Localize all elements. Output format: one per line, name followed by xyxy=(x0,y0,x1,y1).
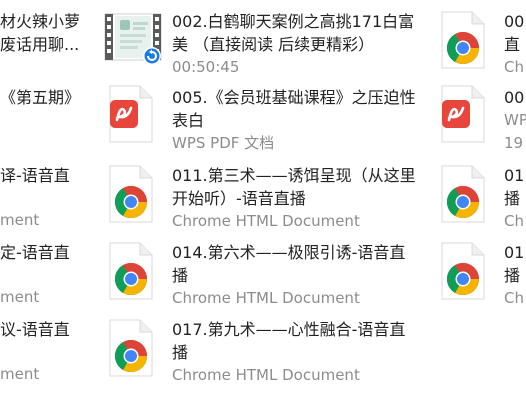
file-size: 19 xyxy=(504,134,524,152)
left-r3-line2: ment xyxy=(0,211,40,229)
file-name-line1: 005.《会员班基础课程》之压迫性 xyxy=(172,88,416,107)
file-item-right-3[interactable]: 01 播 Ch xyxy=(436,160,526,230)
file-type: WPS PDF 文档 xyxy=(172,134,275,152)
chrome-icon xyxy=(440,164,486,224)
file-item-011[interactable]: 011.第三术——诱饵呈现（从这里 开始听）-语音直播 Chrome HTML … xyxy=(100,160,430,230)
chrome-icon xyxy=(108,164,154,224)
file-name-line2: 播 xyxy=(172,266,189,285)
file-type: Chrome HTML Document xyxy=(172,366,360,384)
file-name-line1: 011.第三术——诱饵呈现（从这里 xyxy=(172,166,416,185)
file-name-line2: 开始听）-语音直播 xyxy=(172,189,306,208)
file-name-line1: 00 xyxy=(504,88,525,107)
file-type: WP xyxy=(504,111,526,129)
chrome-icon xyxy=(440,241,486,301)
left-r3-line1: 译-语音直 xyxy=(0,166,70,185)
file-name-line2: 播 xyxy=(504,189,521,208)
file-name-line1: 002.白鹤聊天案例之高挑171白富 xyxy=(172,12,415,31)
file-item-005[interactable]: 005.《会员班基础课程》之压迫性 表白 WPS PDF 文档 xyxy=(100,82,430,152)
chrome-icon xyxy=(108,241,154,301)
file-name-line2: 表白 xyxy=(172,111,205,130)
left-r4-line1: 定-语音直 xyxy=(0,243,70,262)
left-r4-line2: ment xyxy=(0,288,40,306)
left-r5-line1: 议-语音直 xyxy=(0,320,70,339)
file-name-line2: 美 （直接阅读 后续更精彩） xyxy=(172,35,375,54)
file-type: Ch xyxy=(504,58,524,76)
left-r1-line2: 废话用聊... xyxy=(0,35,80,54)
file-name-line2: 播 xyxy=(504,266,521,285)
file-name-line1: 01 xyxy=(504,166,525,185)
video-thumbnail-icon xyxy=(102,10,164,68)
chrome-icon xyxy=(108,318,154,378)
file-type: Chrome HTML Document xyxy=(172,289,360,307)
file-item-017[interactable]: 017.第九术——心性融合-语音直 播 Chrome HTML Document xyxy=(100,314,430,384)
wps-pdf-icon xyxy=(108,84,154,144)
file-item-014[interactable]: 014.第六术——极限引诱-语音直 播 Chrome HTML Document xyxy=(100,237,430,307)
file-item-right-1[interactable]: 00 直 Ch xyxy=(436,6,526,76)
file-name-line1: 00 xyxy=(504,12,525,31)
file-item-002[interactable]: 002.白鹤聊天案例之高挑171白富 美 （直接阅读 后续更精彩） 00:50:… xyxy=(100,6,430,76)
chrome-icon xyxy=(440,10,486,70)
file-type: Ch xyxy=(504,289,524,307)
wps-pdf-icon xyxy=(440,84,486,144)
left-r2-line1: 《第五期》 xyxy=(0,88,81,107)
file-name-line1: 017.第九术——心性融合-语音直 xyxy=(172,320,406,339)
file-duration: 00:50:45 xyxy=(172,58,240,76)
file-name-line1: 014.第六术——极限引诱-语音直 xyxy=(172,243,406,262)
file-item-right-2[interactable]: 00 WP 19 xyxy=(436,82,526,152)
left-r5-line2: ment xyxy=(0,365,40,383)
file-name-line2: 播 xyxy=(172,343,189,362)
left-r1-line1: 材火辣小萝 xyxy=(0,12,81,31)
file-type: Ch xyxy=(504,212,524,230)
file-type: Chrome HTML Document xyxy=(172,212,360,230)
file-name-line2: 直 xyxy=(504,35,521,54)
file-name-line1: 01 xyxy=(504,243,525,262)
file-item-right-4[interactable]: 01 播 Ch xyxy=(436,237,526,307)
